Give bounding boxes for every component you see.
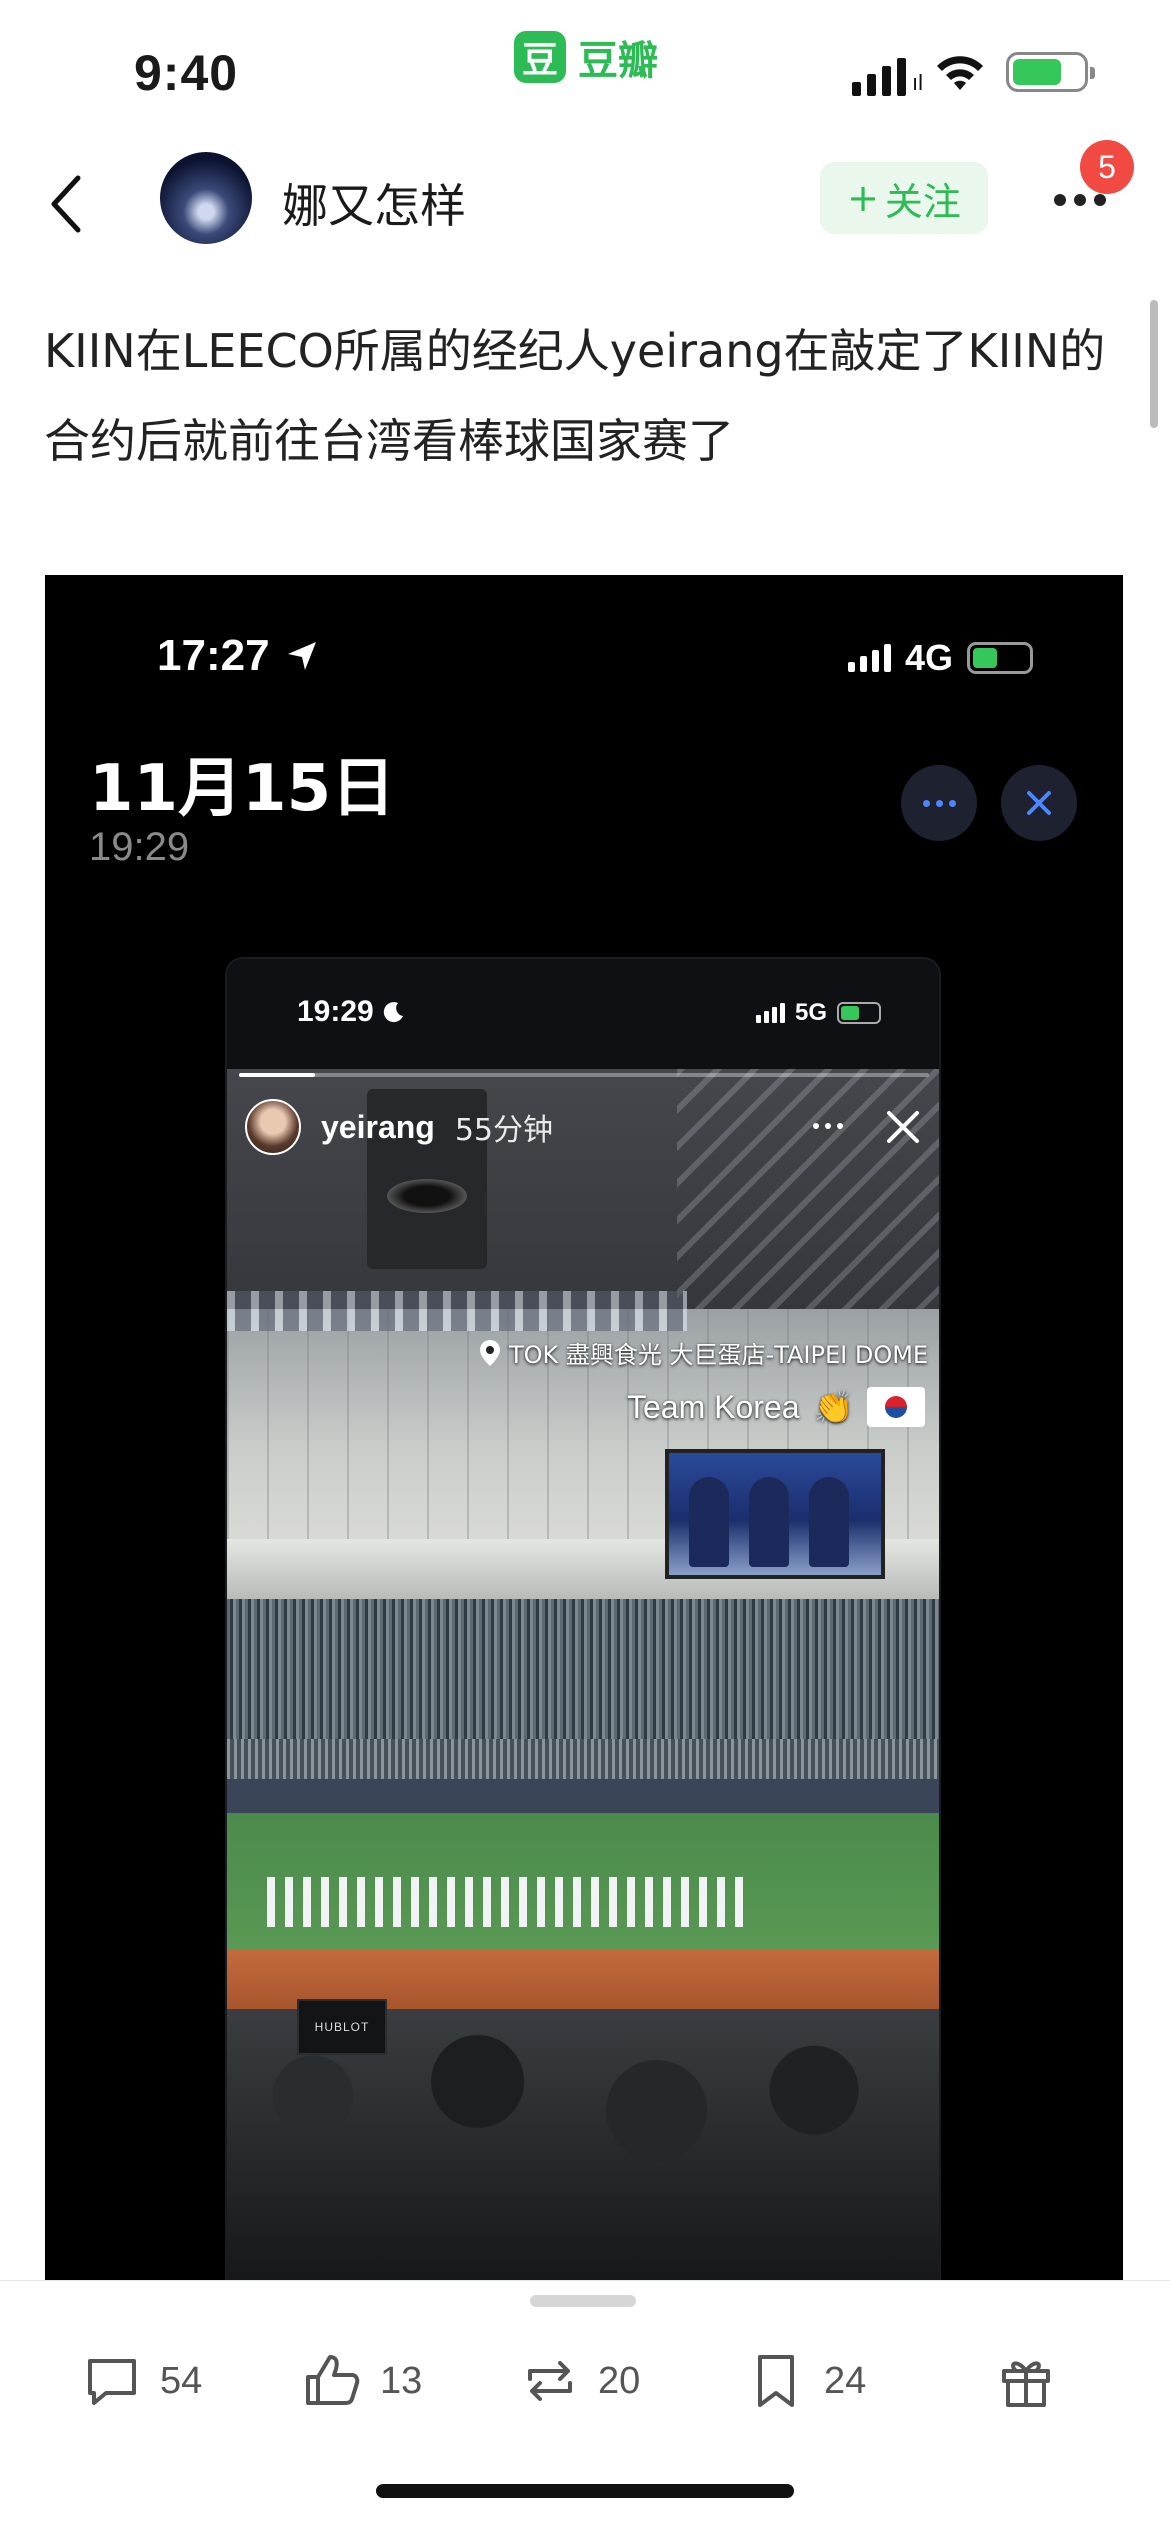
post-text: KIIN在LEECO所属的经纪人yeirang在敲定了KIIN的合约后就前往台湾… xyxy=(44,324,1106,468)
bookmark-button[interactable]: 24 xyxy=(746,2351,866,2411)
location-arrow-icon xyxy=(287,642,316,670)
screenshot-status-time: 17:27 xyxy=(157,631,320,681)
story-progress-bar xyxy=(239,1073,929,1077)
viewer-close-button xyxy=(1001,765,1077,841)
drag-handle[interactable] xyxy=(530,2295,636,2307)
story-user: yeirang 55分钟 xyxy=(245,1099,553,1155)
like-button[interactable]: 13 xyxy=(302,2351,422,2411)
comment-count: 54 xyxy=(160,2359,203,2402)
story-more-icon xyxy=(813,1123,843,1129)
cellular-signal-icon xyxy=(755,1003,785,1023)
battery-icon xyxy=(1006,52,1095,92)
comment-icon xyxy=(88,2359,136,2405)
author-avatar[interactable] xyxy=(160,152,252,244)
repost-count: 20 xyxy=(598,2359,641,2402)
story-viewer-time: 19:29 xyxy=(89,825,190,869)
notification-badge: 5 xyxy=(1080,140,1134,194)
story-status-time: 19:29 xyxy=(297,995,406,1029)
network-type: 4G xyxy=(904,637,953,678)
close-icon xyxy=(887,1111,919,1143)
screenshot-status-icons: 4G xyxy=(847,637,1033,679)
wifi-icon xyxy=(937,56,983,90)
post-header: 娜又怎样 + 关注 5 xyxy=(0,140,1170,270)
comment-button[interactable]: 54 xyxy=(82,2351,202,2411)
caption-text: Team Korea xyxy=(627,1388,800,1425)
location-text: TOK 盡興食光 大巨蛋店-TAIPEI DOME xyxy=(509,1341,929,1369)
sponsor-board: HUBLOT xyxy=(297,1999,387,2055)
post-image[interactable]: 17:27 4G 11月15日 19:29 19:29 5G HUBLOT ye… xyxy=(45,575,1123,2280)
story-status-bar: 19:29 5G xyxy=(227,959,939,1069)
screenshot-time-text: 17:27 xyxy=(157,631,270,680)
battery-icon xyxy=(837,1002,881,1024)
status-time: 9:40 xyxy=(134,45,239,101)
close-icon xyxy=(1027,791,1051,815)
jumbotron-screen xyxy=(665,1449,885,1579)
korea-flag-icon xyxy=(867,1387,926,1427)
author-name[interactable]: 娜又怎样 xyxy=(282,170,466,236)
app-name: 豆瓣 xyxy=(578,38,658,84)
moon-icon xyxy=(383,1002,403,1023)
story-time-ago: 55分钟 xyxy=(454,1113,554,1148)
gift-icon xyxy=(1002,2361,1050,2407)
location-pin-icon xyxy=(480,1339,500,1366)
back-button[interactable] xyxy=(36,164,96,244)
douban-logo-icon: 豆 xyxy=(514,31,566,83)
chevron-left-icon xyxy=(51,175,81,233)
story-frame: 19:29 5G HUBLOT yeirang 55分钟 TOK 盡興食光 大巨… xyxy=(225,957,941,2280)
cellular-signal-icon xyxy=(847,644,891,672)
story-username: yeirang xyxy=(321,1108,435,1145)
story-avatar xyxy=(245,1099,301,1155)
story-status-time-text: 19:29 xyxy=(297,995,374,1028)
story-network: 5G xyxy=(794,999,827,1026)
home-indicator[interactable] xyxy=(376,2484,794,2498)
story-status-icons: 5G xyxy=(755,999,881,1027)
clapping-hands-icon: 👏 xyxy=(813,1389,854,1425)
follow-button[interactable]: + 关注 xyxy=(820,162,988,234)
scroll-indicator xyxy=(1150,300,1158,428)
app-indicator: 豆 豆瓣 xyxy=(514,28,658,86)
follow-label: 关注 xyxy=(884,179,961,224)
status-bar: 9:40 豆 豆瓣 ıl xyxy=(0,0,1170,140)
repost-icon xyxy=(528,2361,572,2401)
location-sticker: TOK 盡興食光 大巨蛋店-TAIPEI DOME xyxy=(479,1335,928,1370)
cellular-signal-icon: ıl xyxy=(852,56,928,96)
repost-button[interactable]: 20 xyxy=(520,2351,640,2411)
viewer-more-button xyxy=(901,765,977,841)
caption-sticker: Team Korea 👏 xyxy=(627,1387,926,1427)
plus-icon: + xyxy=(847,176,879,220)
more-dots-icon xyxy=(1054,194,1066,206)
story-viewer-date: 11月15日 xyxy=(89,752,396,826)
gift-button[interactable] xyxy=(996,2351,1056,2411)
battery-icon xyxy=(967,642,1033,674)
stadium-photo: HUBLOT xyxy=(227,1069,939,2280)
thumbs-up-icon xyxy=(306,2355,360,2405)
bookmark-icon xyxy=(758,2355,794,2407)
like-count: 13 xyxy=(380,2359,423,2402)
bookmark-count: 24 xyxy=(824,2359,867,2402)
